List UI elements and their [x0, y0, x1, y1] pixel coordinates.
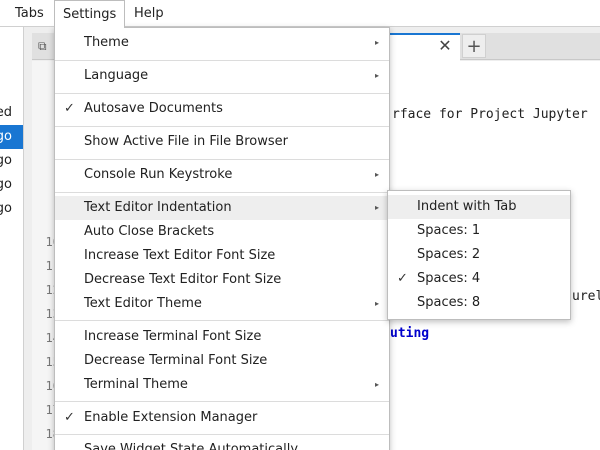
- menu-item-decrease-terminal-font[interactable]: Decrease Terminal Font Size: [55, 349, 389, 373]
- menu-settings[interactable]: Settings: [54, 0, 126, 28]
- menu-item-terminal-theme[interactable]: Terminal Theme ▸: [55, 373, 389, 397]
- check-icon: ✓: [397, 271, 408, 286]
- chevron-right-icon: ▸: [374, 203, 379, 212]
- submenu-item-spaces-1[interactable]: Spaces: 1: [388, 219, 570, 243]
- settings-menu: Theme ▸ Language ▸ ✓ Autosave Documents …: [54, 27, 390, 450]
- menu-separator: [55, 320, 389, 321]
- menu-item-decrease-text-font[interactable]: Decrease Text Editor Font Size: [55, 268, 389, 292]
- submenu-item-spaces-8[interactable]: Spaces: 8: [388, 291, 570, 315]
- chevron-right-icon: ▸: [374, 299, 379, 308]
- menu-item-language[interactable]: Language ▸: [55, 64, 389, 88]
- launch-icon[interactable]: ⧉: [38, 39, 52, 53]
- menu-item-autosave[interactable]: ✓ Autosave Documents: [55, 97, 389, 121]
- file-row[interactable]: ed: [0, 101, 23, 125]
- menu-separator: [55, 126, 389, 127]
- menu-separator: [55, 93, 389, 94]
- add-tab-button[interactable]: +: [462, 34, 486, 58]
- menu-separator: [55, 192, 389, 193]
- code-line: urel: [572, 289, 600, 304]
- menu-item-increase-text-font[interactable]: Increase Text Editor Font Size: [55, 244, 389, 268]
- check-icon: ✓: [64, 101, 75, 116]
- submenu-item-spaces-2[interactable]: Spaces: 2: [388, 243, 570, 267]
- menu-item-text-editor-indentation[interactable]: Text Editor Indentation ▸: [55, 196, 389, 220]
- menu-separator: [55, 401, 389, 402]
- menu-item-save-widget-state[interactable]: Save Widget State Automatically: [55, 438, 389, 450]
- check-icon: ✓: [64, 410, 75, 425]
- indentation-submenu: Indent with Tab Spaces: 1 Spaces: 2 ✓ Sp…: [387, 190, 571, 320]
- menubar: Tabs Settings Help: [0, 0, 600, 28]
- close-icon[interactable]: ✕: [436, 37, 454, 55]
- file-row[interactable]: go: [0, 173, 23, 197]
- menu-separator: [55, 60, 389, 61]
- code-line: rface for Project Jupyter: [392, 107, 588, 122]
- file-row[interactable]: go: [0, 197, 23, 221]
- code-keyword: uting: [390, 326, 430, 341]
- file-row[interactable]: go: [0, 149, 23, 173]
- menu-item-console-run-keystroke[interactable]: Console Run Keystroke ▸: [55, 163, 389, 187]
- menu-help[interactable]: Help: [126, 0, 172, 27]
- chevron-right-icon: ▸: [374, 170, 379, 179]
- submenu-item-indent-with-tab[interactable]: Indent with Tab: [388, 195, 570, 219]
- menu-separator: [55, 159, 389, 160]
- file-row-selected[interactable]: go: [0, 125, 23, 149]
- menu-item-show-active-file[interactable]: Show Active File in File Browser: [55, 130, 389, 154]
- menu-item-text-editor-theme[interactable]: Text Editor Theme ▸: [55, 292, 389, 316]
- menu-separator: [55, 434, 389, 435]
- chevron-right-icon: ▸: [374, 71, 379, 80]
- submenu-item-spaces-4[interactable]: ✓ Spaces: 4: [388, 267, 570, 291]
- menu-item-theme[interactable]: Theme ▸: [55, 31, 389, 55]
- chevron-right-icon: ▸: [374, 380, 379, 389]
- menu-item-increase-terminal-font[interactable]: Increase Terminal Font Size: [55, 325, 389, 349]
- chevron-right-icon: ▸: [374, 38, 379, 47]
- menu-tabs[interactable]: Tabs: [7, 0, 52, 27]
- menu-item-auto-close-brackets[interactable]: Auto Close Brackets: [55, 220, 389, 244]
- file-browser: ed go go go go: [0, 27, 24, 450]
- menu-item-extension-manager[interactable]: ✓ Enable Extension Manager: [55, 406, 389, 430]
